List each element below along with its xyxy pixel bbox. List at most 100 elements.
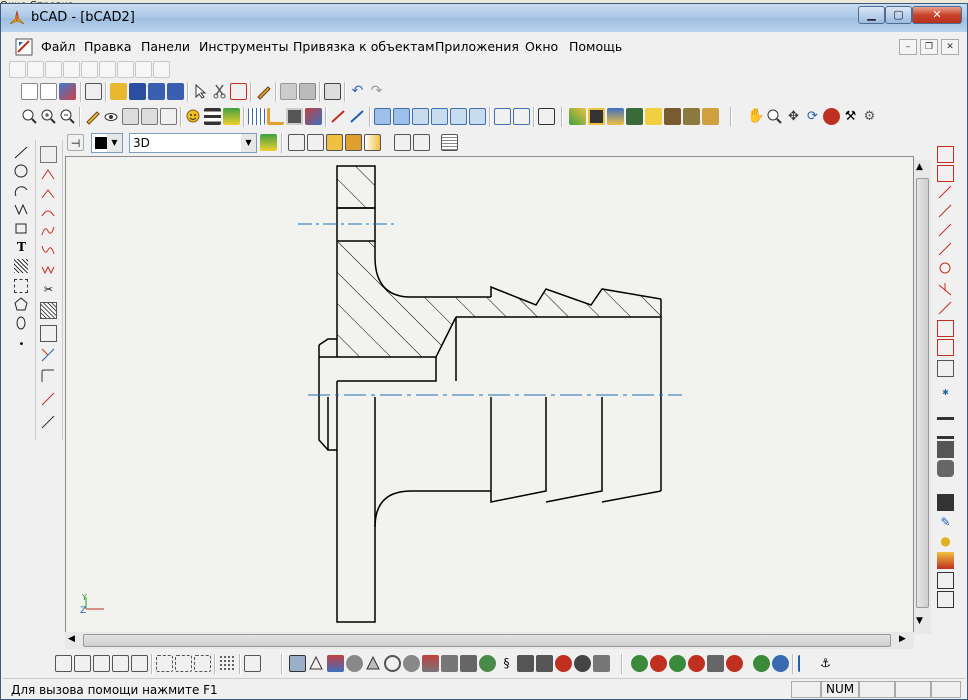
box-render-icon[interactable] [345,134,362,151]
path-icon[interactable] [702,108,719,125]
box-gouraud-icon[interactable] [364,134,381,151]
box-shaded-icon[interactable] [326,134,343,151]
snap-intersection-icon[interactable] [937,241,954,258]
menu-tools[interactable]: Инструменты [199,39,288,54]
ellipse-icon[interactable] [13,315,30,332]
cylinder-icon[interactable] [937,460,954,477]
view-top-icon[interactable] [450,108,467,125]
assembly-icon[interactable] [937,591,954,608]
eye-icon[interactable] [103,108,120,125]
shade-icon[interactable] [569,108,586,125]
rotate-icon[interactable]: ⟳ [804,108,821,125]
scroll-thumb-horizontal[interactable] [83,634,891,647]
save-all-icon[interactable] [167,83,184,100]
select-frame-icon[interactable] [230,83,247,100]
snap-perpendicular-icon[interactable] [937,281,954,298]
scroll-down-icon[interactable]: ▼ [916,616,923,626]
shell-icon[interactable] [574,655,591,672]
snap-circle-icon[interactable] [937,260,954,277]
array-icon[interactable] [219,655,236,672]
mirror-icon[interactable] [244,655,261,672]
open-folder-icon[interactable] [110,83,127,100]
menu-help[interactable]: Помощь [569,39,622,54]
radius-icon[interactable] [40,368,57,385]
view-back-icon[interactable] [393,108,410,125]
layer-props-icon[interactable] [160,108,177,125]
torus-icon[interactable] [384,655,401,672]
pencil-icon[interactable] [84,108,101,125]
color-selector[interactable]: ▼ [91,133,123,153]
properties-icon[interactable] [85,83,102,100]
vertical-scrollbar[interactable]: ▲ ▼ [914,160,931,634]
mdi-close-button[interactable]: ✕ [941,39,959,55]
paste-icon[interactable] [299,83,316,100]
drawing-canvas[interactable]: Y Z [65,156,914,634]
walk-icon[interactable]: ⚙ [861,108,878,125]
stop-icon[interactable] [823,108,840,125]
align-center-icon[interactable] [74,655,91,672]
workplane-icon[interactable] [937,403,954,420]
snap-quadrant-icon[interactable] [937,222,954,239]
layer-select-icon[interactable] [260,134,277,151]
hatch-icon[interactable] [14,259,28,273]
boolean-union-icon[interactable] [631,655,648,672]
facet-icon[interactable] [772,655,789,672]
horizontal-scrollbar[interactable]: ◀ ▶ [65,632,914,649]
brush-icon[interactable]: ✎ [937,514,954,531]
boolean-intersect-icon[interactable] [669,655,686,672]
break-icon[interactable] [40,414,57,431]
revolve-icon[interactable] [441,655,458,672]
light-icon[interactable] [607,108,624,125]
prism-icon[interactable] [327,655,344,672]
align-right-icon[interactable] [93,655,110,672]
fillet-icon[interactable] [40,204,57,221]
view-front-icon[interactable] [374,108,391,125]
cut-icon[interactable] [211,83,228,100]
box-hidden-icon[interactable] [307,134,324,151]
menu-applications[interactable]: Приложения [435,39,519,54]
view-iso-icon[interactable] [494,108,511,125]
spline-icon[interactable] [40,223,57,240]
object-icon[interactable] [937,572,954,589]
wave-icon[interactable] [40,261,57,278]
menu-file[interactable]: Файл [41,39,76,54]
snap-options-icon[interactable] [937,360,954,377]
layers-icon[interactable] [204,108,221,125]
offset-icon[interactable] [40,325,57,342]
ortho-icon[interactable] [267,108,284,125]
snap-nearest-icon[interactable] [937,320,954,337]
workplane-set-icon[interactable] [937,422,954,439]
view-bottom-icon[interactable] [469,108,486,125]
align-bottom-icon[interactable] [131,655,148,672]
view-right-icon[interactable] [431,108,448,125]
scene-icon[interactable] [683,108,700,125]
new-file-icon[interactable] [21,83,38,100]
spring-icon[interactable]: § [498,655,515,672]
cone-icon[interactable] [365,655,382,672]
menu-edit[interactable]: Правка [84,39,132,54]
print-icon[interactable] [324,83,341,100]
zoom-realtime-icon[interactable] [766,108,783,125]
boolean-split-icon[interactable] [688,655,705,672]
save-icon[interactable] [129,83,146,100]
undo-icon[interactable]: ↶ [349,83,366,100]
redo-icon[interactable]: ↷ [368,83,385,100]
house-icon[interactable] [937,552,954,569]
save-as-icon[interactable] [148,83,165,100]
disk-icon[interactable] [403,655,420,672]
move-icon[interactable]: ✥ [785,108,802,125]
align-left-icon[interactable] [55,655,72,672]
camera-view-icon[interactable] [937,494,954,511]
dimension-icon[interactable] [40,146,57,163]
technical-drawing[interactable]: Y Z [66,157,914,634]
loft-icon[interactable] [460,655,477,672]
boolean-subtract-icon[interactable] [650,655,667,672]
flag-icon[interactable] [798,655,815,672]
corner-icon[interactable] [40,185,57,202]
block-icon[interactable] [194,655,211,672]
smiley-icon[interactable] [185,108,202,125]
extend-icon[interactable] [40,391,57,408]
new-sheet-icon[interactable] [40,83,57,100]
anchor-icon[interactable]: ⚓ [817,655,834,672]
scissors-icon[interactable]: ✂ [40,281,57,298]
